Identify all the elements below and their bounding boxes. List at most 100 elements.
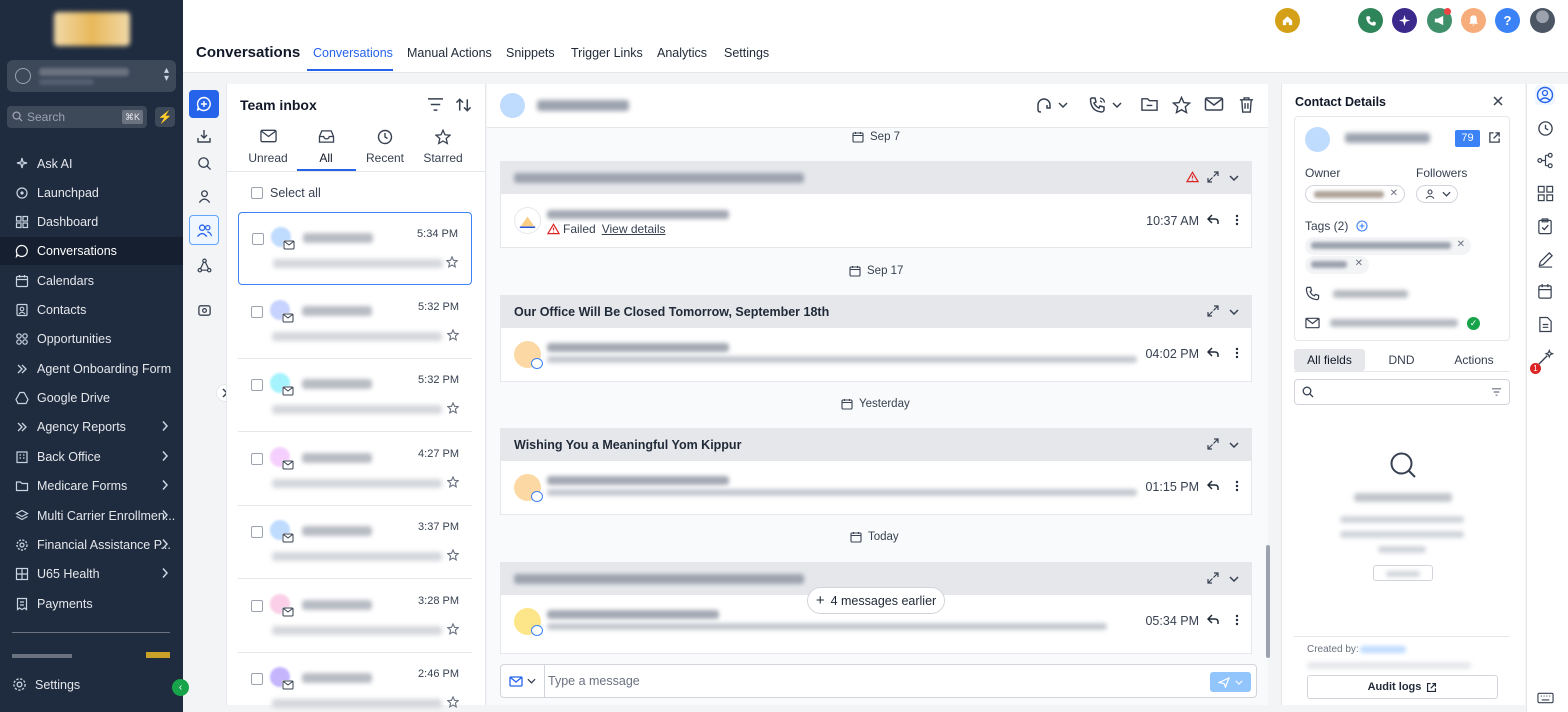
keyboard-icon[interactable] [1535, 688, 1555, 708]
sort-icon[interactable] [455, 97, 472, 113]
more-options-icon[interactable] [1235, 614, 1239, 626]
star-icon[interactable] [447, 476, 459, 488]
filter-tab-unread[interactable]: Unread [238, 129, 298, 165]
nav-item-medicare-forms[interactable]: Medicare Forms [0, 472, 183, 500]
remove-icon[interactable]: ✕ [1355, 258, 1363, 269]
select-all-checkbox[interactable] [251, 187, 263, 199]
star-conversation-button[interactable] [1172, 96, 1191, 114]
send-button[interactable] [1210, 672, 1251, 692]
conversation-checkbox[interactable] [251, 600, 263, 612]
call-menu-button[interactable] [1035, 96, 1068, 114]
email-subject-bar[interactable] [501, 162, 1251, 194]
nav-settings[interactable]: Settings [12, 677, 80, 692]
announcements-button[interactable] [1427, 8, 1452, 33]
tab-analytics[interactable]: Analytics [657, 46, 707, 60]
nav-search[interactable]: Search ⌘K [7, 106, 147, 128]
company-logo[interactable] [54, 12, 130, 46]
thread-scrollbar[interactable] [1266, 545, 1270, 658]
contact-phone-redacted[interactable] [1333, 290, 1408, 298]
star-icon[interactable] [447, 402, 459, 414]
nav-item-contacts[interactable]: Contacts [0, 296, 183, 324]
owner-chip[interactable]: ✕ [1305, 185, 1405, 203]
nav-item-financial-assistance-p[interactable]: Financial Assistance P... [0, 531, 183, 559]
ai-assistant-button[interactable] [1392, 8, 1417, 33]
calendar-icon[interactable] [1535, 281, 1555, 301]
notes-pencil-icon[interactable] [1535, 249, 1555, 269]
conversation-checkbox[interactable] [251, 526, 263, 538]
rail-my-inbox[interactable] [189, 182, 219, 210]
expand-icon[interactable] [1207, 305, 1219, 317]
email-message-card[interactable]: Failed View details 10:37 AM [500, 161, 1252, 248]
account-switcher[interactable]: ▴ ▾ [7, 60, 176, 92]
filter-icon[interactable] [1491, 387, 1502, 397]
tab-settings[interactable]: Settings [724, 46, 769, 60]
conversation-item[interactable]: 4:27 PM [238, 433, 472, 506]
nav-item-google-drive[interactable]: Google Drive [0, 384, 183, 412]
tasks-icon[interactable] [1535, 216, 1555, 236]
nav-item-agent-onboarding-form[interactable]: Agent Onboarding Form [0, 355, 183, 383]
star-icon[interactable] [447, 329, 459, 341]
collapse-sidebar-button[interactable]: ‹ [172, 679, 189, 696]
filter-tab-all[interactable]: All [296, 129, 356, 165]
mark-unread-button[interactable] [1204, 96, 1224, 112]
conversation-checkbox[interactable] [251, 306, 263, 318]
user-avatar[interactable] [1530, 8, 1555, 33]
conversation-item[interactable]: 3:37 PM [238, 506, 472, 579]
conversation-checkbox[interactable] [251, 379, 263, 391]
more-options-icon[interactable] [1235, 347, 1239, 359]
filter-icon[interactable] [427, 97, 444, 112]
history-icon[interactable] [1535, 118, 1555, 138]
filter-tab-recent[interactable]: Recent [355, 129, 415, 165]
rail-search[interactable] [189, 149, 219, 177]
load-earlier-messages-button[interactable]: +4 messages earlier [807, 587, 945, 614]
nav-item-payments[interactable]: Payments [0, 590, 183, 618]
tab-conversations[interactable]: Conversations [313, 46, 393, 60]
quick-action-bolt-icon[interactable]: ⚡ [155, 107, 175, 127]
more-options-icon[interactable] [1235, 480, 1239, 492]
chevron-down-icon[interactable] [1229, 309, 1239, 315]
contact-tab-all-fields[interactable]: All fields [1294, 349, 1365, 371]
followers-dropdown[interactable] [1416, 185, 1458, 203]
star-icon[interactable] [446, 256, 458, 268]
delete-conversation-button[interactable] [1238, 96, 1255, 114]
close-icon[interactable] [1493, 96, 1503, 106]
nav-item-dashboard[interactable]: Dashboard [0, 208, 183, 236]
help-button[interactable]: ? [1495, 8, 1520, 33]
phone-button[interactable] [1358, 8, 1383, 33]
add-tag-icon[interactable] [1356, 220, 1368, 232]
conversation-item[interactable]: 3:28 PM [238, 580, 472, 653]
nav-item-ask-ai[interactable]: Ask AI [0, 150, 183, 178]
email-message-card[interactable]: Our Office Will Be Closed Tomorrow, Sept… [500, 295, 1252, 382]
automation-icon[interactable] [1535, 150, 1555, 170]
conversation-checkbox[interactable] [252, 233, 264, 245]
conversation-checkbox[interactable] [251, 453, 263, 465]
conversation-item[interactable]: 5:34 PM [238, 212, 472, 285]
chevron-down-icon[interactable] [1229, 442, 1239, 448]
star-icon[interactable] [447, 549, 459, 561]
rail-downloads[interactable] [189, 122, 219, 150]
contact-tab-actions[interactable]: Actions [1438, 349, 1510, 371]
conversation-item[interactable]: 2:46 PM [238, 653, 472, 708]
email-subject-bar[interactable]: Our Office Will Be Closed Tomorrow, Sept… [501, 296, 1251, 328]
remove-icon[interactable]: ✕ [1457, 239, 1465, 250]
tag-chip[interactable]: ✕ [1305, 256, 1369, 274]
contact-profile-icon[interactable] [1535, 85, 1555, 105]
rail-workflows[interactable] [189, 251, 219, 279]
contact-email-redacted[interactable] [1330, 319, 1458, 327]
more-options-icon[interactable] [1235, 214, 1239, 226]
contact-tab-dnd[interactable]: DND [1365, 349, 1438, 371]
remove-icon[interactable]: ✕ [1390, 188, 1398, 199]
created-by-redacted[interactable] [1360, 646, 1406, 653]
rail-internal-chat[interactable] [189, 296, 219, 324]
nav-item-back-office[interactable]: Back Office [0, 443, 183, 471]
nav-item-u65-health[interactable]: U65 Health [0, 560, 183, 588]
dial-menu-button[interactable] [1088, 96, 1122, 114]
nav-item-multi-carrier-enrollmen[interactable]: Multi Carrier Enrollmen... [0, 502, 183, 530]
document-icon[interactable] [1535, 314, 1555, 334]
nav-item-conversations[interactable]: Conversations [0, 237, 183, 265]
expand-icon[interactable] [1207, 438, 1219, 450]
chevron-down-icon[interactable] [1229, 175, 1239, 181]
move-to-folder-button[interactable] [1140, 96, 1159, 113]
home-button[interactable] [1275, 8, 1300, 33]
star-icon[interactable] [447, 696, 459, 708]
